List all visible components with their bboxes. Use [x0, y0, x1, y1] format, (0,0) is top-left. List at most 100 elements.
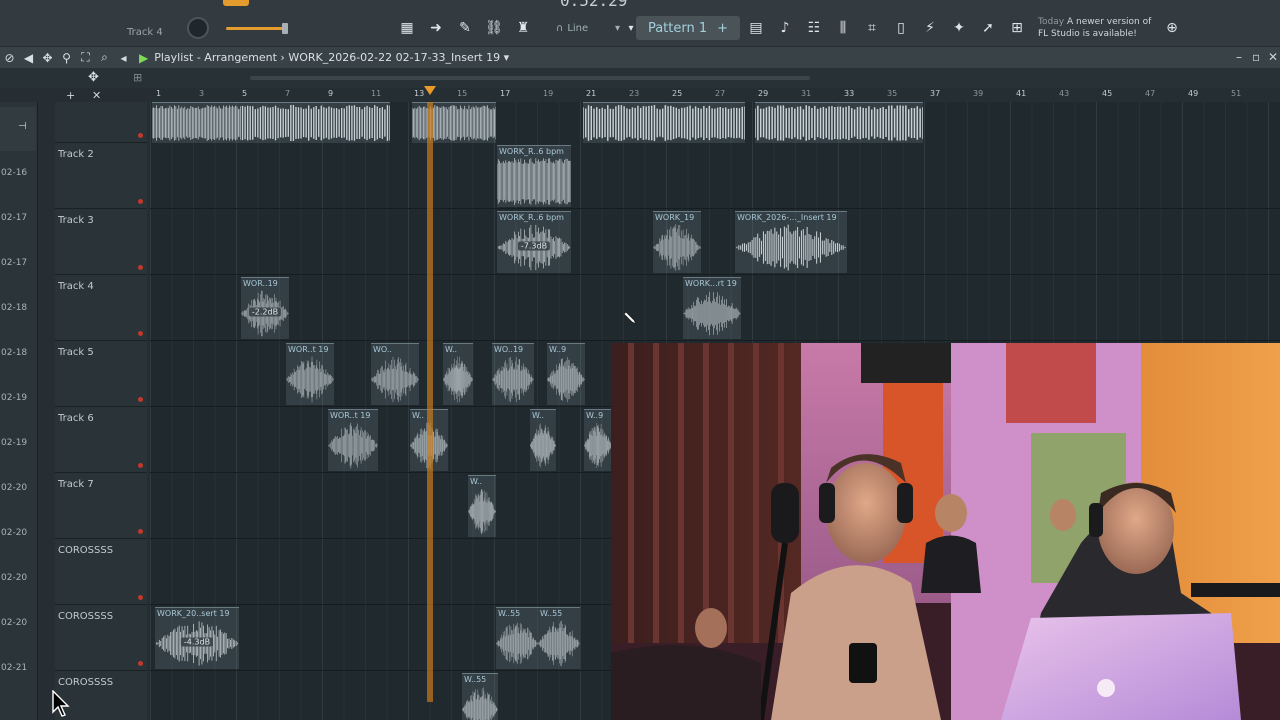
- audio-clip[interactable]: W..9: [547, 343, 585, 405]
- globe-icon[interactable]: ⊕: [1161, 18, 1183, 38]
- audio-clip[interactable]: WO..: [371, 343, 419, 405]
- playhead-marker[interactable]: [424, 86, 436, 95]
- pin-icon[interactable]: ⊣: [18, 121, 27, 132]
- shop-icon[interactable]: ⊞: [1006, 18, 1028, 38]
- piano-icon[interactable]: ▦: [396, 18, 418, 38]
- fullscreen-icon[interactable]: ⛶: [76, 50, 95, 65]
- track-header[interactable]: [55, 102, 147, 143]
- share-icon[interactable]: ➚: [977, 18, 999, 38]
- waveform: [530, 422, 556, 469]
- browser-item[interactable]: 02-18: [0, 348, 36, 358]
- audio-clip[interactable]: WORK_2026-..._Insert 19: [735, 211, 847, 273]
- browser-item[interactable]: 02-16: [0, 168, 36, 178]
- record-arm-indicator[interactable]: [138, 199, 143, 204]
- remove-track-icon[interactable]: ✕: [92, 89, 101, 102]
- browser-item[interactable]: 02-20: [0, 618, 36, 628]
- channel-rack-icon[interactable]: ☷: [803, 18, 825, 38]
- browser-item[interactable]: 02-19: [0, 438, 36, 448]
- audio-clip[interactable]: W..55: [462, 673, 498, 720]
- horizontal-scrollbar[interactable]: [250, 76, 810, 80]
- browser-item[interactable]: 02-17: [0, 213, 36, 223]
- audio-clip[interactable]: [240, 102, 390, 143]
- link-icon[interactable]: ⛓: [483, 18, 505, 38]
- record-arm-indicator[interactable]: [138, 331, 143, 336]
- track-header[interactable]: Track 3: [55, 209, 147, 275]
- track-header[interactable]: Track 5: [55, 341, 147, 407]
- grid-icon[interactable]: ⊞: [133, 71, 142, 84]
- audio-clip[interactable]: [152, 102, 240, 143]
- close-icon[interactable]: ✕: [1268, 50, 1278, 64]
- playhead[interactable]: [427, 102, 433, 702]
- track-header[interactable]: Track 4: [55, 275, 147, 341]
- add-pattern-icon[interactable]: +: [717, 21, 728, 36]
- stamp-icon[interactable]: ♜: [512, 18, 534, 38]
- play-icon[interactable]: ▶: [139, 51, 148, 65]
- record-arm-indicator[interactable]: [138, 397, 143, 402]
- record-arm-indicator[interactable]: [138, 661, 143, 666]
- track-header[interactable]: Track 7: [55, 473, 147, 539]
- zoom-icon[interactable]: ⌕: [95, 50, 114, 65]
- minimize-icon[interactable]: –: [1236, 50, 1242, 64]
- playlist-icon[interactable]: ▤: [745, 18, 767, 38]
- magnet-icon[interactable]: ⚲: [57, 51, 76, 65]
- audio-clip[interactable]: W..: [468, 475, 496, 537]
- file-icon[interactable]: ▯: [890, 18, 912, 38]
- news-panel[interactable]: Today A newer version of FL Studio is ava…: [1038, 16, 1158, 40]
- audio-clip[interactable]: WORK_19: [653, 211, 701, 273]
- audio-clip[interactable]: WORK_R..6 bpm: [497, 145, 571, 207]
- audio-clip[interactable]: [412, 102, 496, 143]
- audio-clip[interactable]: WO..19: [492, 343, 534, 405]
- draw-icon[interactable]: ✎: [454, 18, 476, 38]
- record-arm-indicator[interactable]: [138, 595, 143, 600]
- browser-item[interactable]: 02-17: [0, 258, 36, 268]
- audio-clip[interactable]: W..55: [538, 607, 580, 669]
- arrow-right-icon[interactable]: ➜: [425, 18, 447, 38]
- audio-clip[interactable]: WORK_20..sert 19 -4.3dB: [155, 607, 239, 669]
- master-pitch-slider[interactable]: [226, 23, 288, 34]
- audio-clip[interactable]: W..55: [496, 607, 538, 669]
- timeline-ruler[interactable]: 1 3 5 7 9 11 13 15 17 19 21 23 25 27 29 31 33 35 37 39 41 43 4…: [150, 88, 1280, 102]
- audio-clip[interactable]: [583, 102, 745, 143]
- track-header[interactable]: Track 2: [55, 143, 147, 209]
- browser-item[interactable]: 02-20: [0, 573, 36, 583]
- mute-icon[interactable]: ◀: [19, 51, 38, 65]
- audio-clip[interactable]: W..: [530, 409, 556, 471]
- audio-clip[interactable]: WORK...rt 19: [683, 277, 741, 339]
- track-header[interactable]: COROSSSS: [55, 605, 147, 671]
- record-arm-indicator[interactable]: [138, 463, 143, 468]
- audio-clip[interactable]: WORK_R..6 bpm -7.3dB: [497, 211, 571, 273]
- audio-clip[interactable]: WOR..t 19: [328, 409, 378, 471]
- browser-item[interactable]: 02-19: [0, 393, 36, 403]
- browser-item[interactable]: 02-21: [0, 663, 36, 673]
- record-arm-indicator[interactable]: [138, 529, 143, 534]
- maximize-icon[interactable]: ▫: [1252, 50, 1260, 64]
- record-arm-indicator[interactable]: [138, 133, 143, 138]
- record-arm-indicator[interactable]: [138, 265, 143, 270]
- plugin-icon[interactable]: ⚡: [919, 18, 941, 38]
- ruler-bar-label: 45: [1102, 89, 1113, 98]
- browser-item[interactable]: 02-18: [0, 303, 36, 313]
- piano-roll-icon[interactable]: ♪: [774, 18, 796, 38]
- master-volume-knob[interactable]: [187, 17, 209, 39]
- disable-icon[interactable]: ⊘: [0, 51, 19, 65]
- pattern-selector[interactable]: Pattern 1 +: [636, 16, 740, 40]
- browser-item[interactable]: 02-20: [0, 528, 36, 538]
- move-icon[interactable]: ✥: [38, 51, 57, 65]
- browser-icon[interactable]: ⌗: [861, 18, 883, 38]
- speaker-icon[interactable]: ◂: [114, 51, 133, 65]
- audio-clip[interactable]: [755, 102, 923, 143]
- add-track-icon[interactable]: +: [66, 89, 75, 102]
- track-header[interactable]: Track 6: [55, 407, 147, 473]
- browser-item[interactable]: 02-20: [0, 483, 36, 493]
- move-tool-icon[interactable]: ✥: [88, 70, 99, 85]
- song-mode-indicator[interactable]: [223, 0, 249, 6]
- audio-clip[interactable]: WOR..t 19: [286, 343, 334, 405]
- performance-icon[interactable]: ✦: [948, 18, 970, 38]
- track-header[interactable]: COROSSSS: [55, 539, 147, 605]
- mixer-icon[interactable]: ⫼: [832, 18, 854, 38]
- audio-clip[interactable]: W..: [443, 343, 473, 405]
- snap-selector[interactable]: ∩ Line ▾: [556, 20, 620, 37]
- browser-strip[interactable]: ⊣ 02-16 02-17 02-17 02-18 02-18 02-19 02-19 02-…: [0, 102, 38, 720]
- audio-clip[interactable]: WOR..19 -2.2dB: [241, 277, 289, 339]
- audio-clip[interactable]: W..9: [584, 409, 612, 471]
